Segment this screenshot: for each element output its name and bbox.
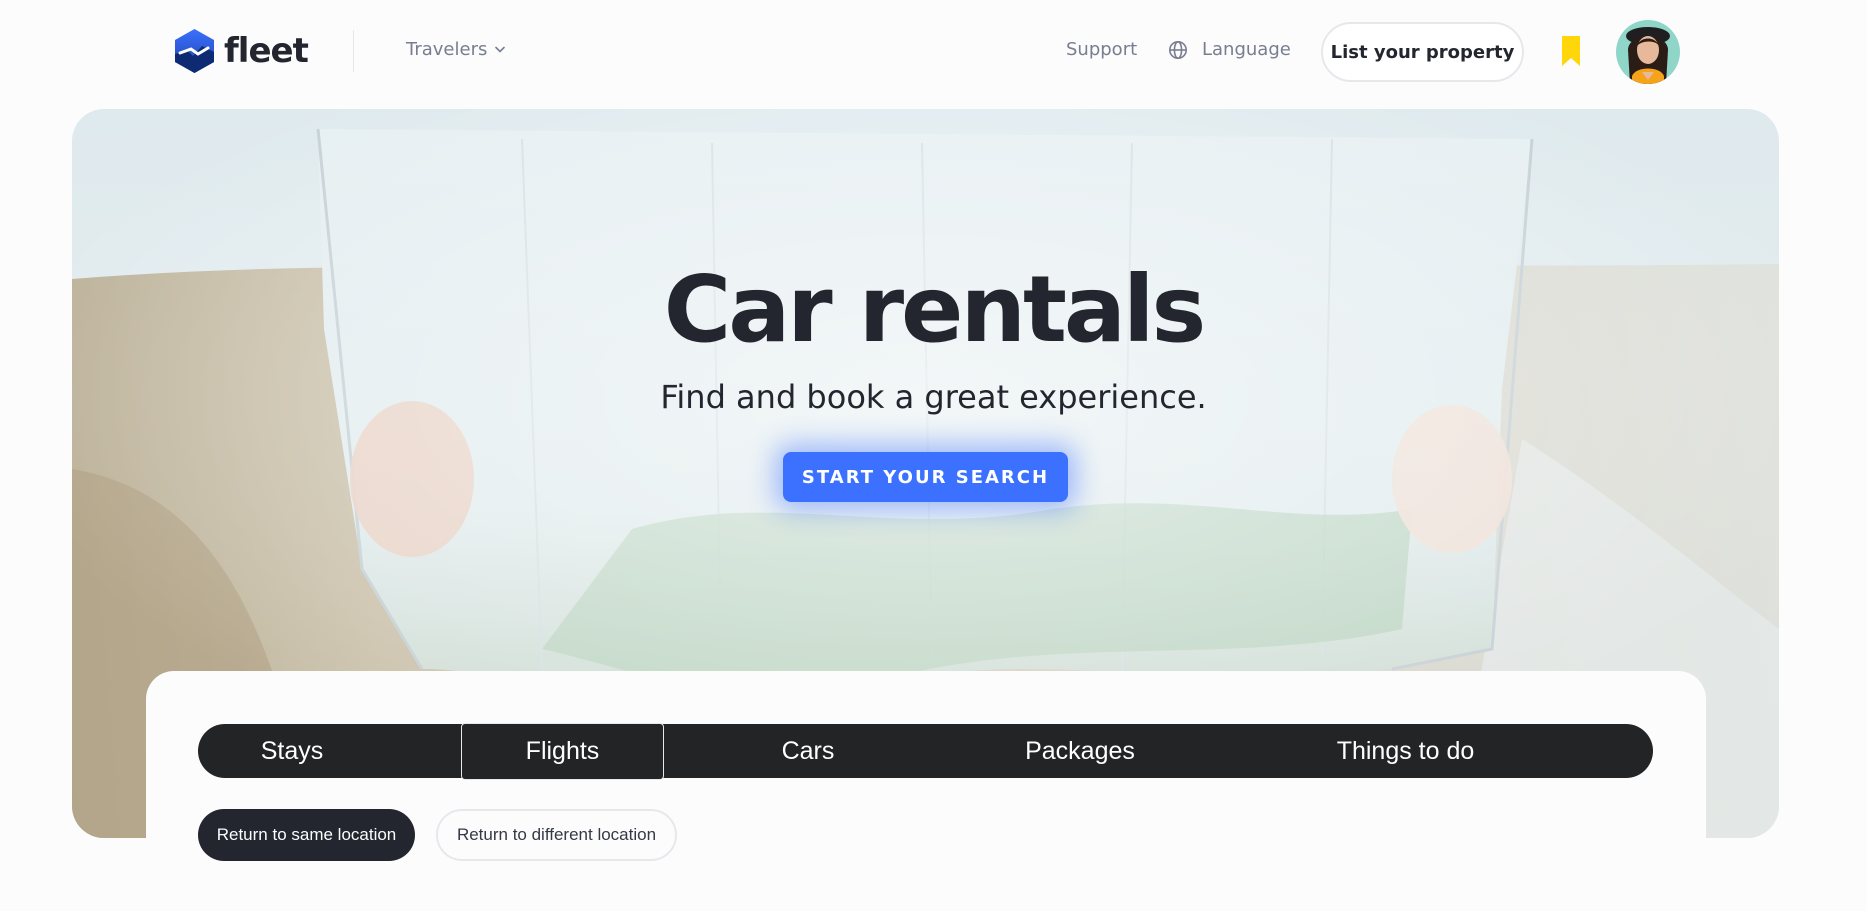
search-panel xyxy=(146,671,1706,911)
user-avatar-icon xyxy=(1616,20,1680,84)
travelers-label: Travelers xyxy=(406,39,488,60)
language-selector[interactable]: Language xyxy=(1168,39,1291,60)
logo-icon xyxy=(175,29,214,73)
brand-name: fleet xyxy=(224,31,309,71)
hero-subtitle: Find and book a great experience. xyxy=(660,378,1207,416)
tab-things-to-do[interactable]: Things to do xyxy=(1298,724,1513,778)
header-divider xyxy=(353,30,354,72)
tab-cars[interactable]: Cars xyxy=(712,724,904,778)
start-search-button[interactable]: START YOUR SEARCH xyxy=(783,452,1068,502)
bookmark-icon[interactable] xyxy=(1560,34,1582,68)
globe-icon xyxy=(1169,40,1187,59)
return-same-location-option[interactable]: Return to same location xyxy=(198,809,415,861)
site-header: fleet Travelers Support Language List yo… xyxy=(0,0,1867,104)
tab-flights[interactable]: Flights xyxy=(461,723,664,780)
tab-packages[interactable]: Packages xyxy=(980,724,1180,778)
logo[interactable]: fleet xyxy=(173,28,309,74)
language-label: Language xyxy=(1202,39,1291,60)
hero-title: Car rentals xyxy=(663,256,1207,363)
return-different-location-option[interactable]: Return to different location xyxy=(436,809,677,861)
category-tabs: Stays Flights Cars Packages Things to do xyxy=(198,723,1653,780)
list-property-button[interactable]: List your property xyxy=(1321,22,1524,82)
chevron-down-icon xyxy=(495,46,506,53)
avatar[interactable] xyxy=(1616,20,1680,84)
support-link[interactable]: Support xyxy=(1066,39,1137,60)
travelers-dropdown[interactable]: Travelers xyxy=(406,39,506,60)
tab-stays[interactable]: Stays xyxy=(198,724,386,778)
